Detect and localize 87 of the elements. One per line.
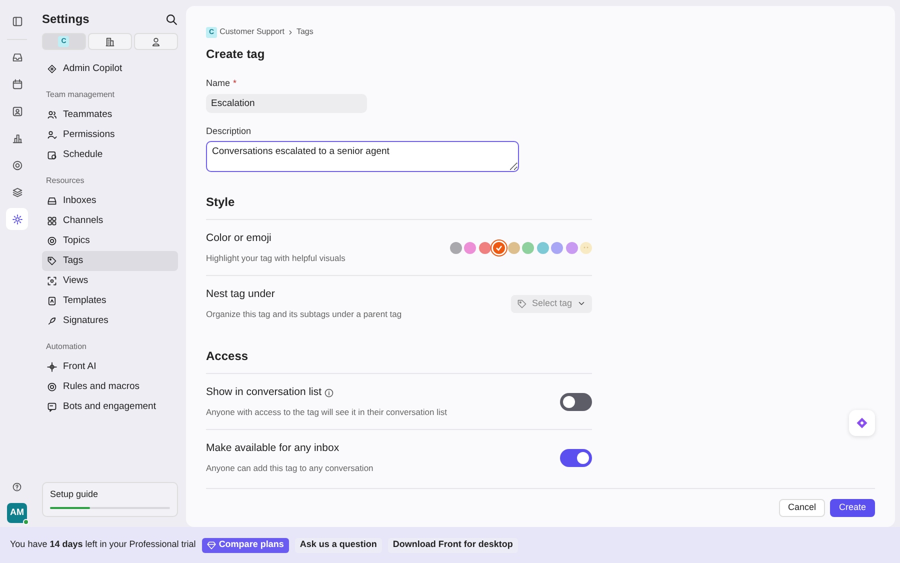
section-heading: Team management bbox=[45, 89, 116, 101]
sidebar-item[interactable]: Front AI bbox=[42, 357, 178, 377]
sidebar-item[interactable]: Admin Copilot bbox=[42, 59, 178, 79]
setup-guide-card[interactable]: Setup guide bbox=[42, 482, 178, 517]
nav-button[interactable] bbox=[6, 208, 28, 230]
breadcrumb-link[interactable]: Tags bbox=[296, 26, 314, 38]
setting-title: Color or emoji bbox=[206, 230, 272, 246]
people-icon bbox=[47, 110, 57, 120]
trial-button[interactable]: Compare plans bbox=[202, 538, 289, 552]
sidebar-title: Settings bbox=[42, 11, 90, 28]
sidebar-item[interactable]: Permissions bbox=[42, 125, 178, 145]
layers-icon bbox=[12, 186, 22, 198]
scope-tab[interactable] bbox=[88, 33, 132, 50]
tag-icon bbox=[47, 256, 57, 266]
name-field[interactable]: Escalation bbox=[206, 94, 367, 112]
page-title: Create tag bbox=[206, 46, 266, 63]
trial-message: You have 14 days left in your Professional trial bbox=[10, 538, 196, 552]
contact-icon bbox=[12, 106, 22, 116]
section-heading: Automation bbox=[45, 341, 88, 353]
eye-icon bbox=[47, 276, 57, 286]
field-label: Name bbox=[206, 78, 230, 88]
search-button[interactable] bbox=[165, 12, 178, 26]
assistant-button[interactable] bbox=[849, 410, 875, 436]
color-swatch[interactable] bbox=[522, 242, 534, 254]
grid-icon bbox=[47, 216, 57, 226]
chevron-icon bbox=[286, 28, 294, 36]
cancel-button[interactable]: Cancel bbox=[778, 499, 825, 517]
avatar[interactable]: AM bbox=[7, 503, 27, 523]
sidebar-item[interactable]: Rules and macros bbox=[42, 377, 178, 397]
tag-icon bbox=[516, 298, 527, 308]
inbox-icon bbox=[12, 52, 22, 62]
color-swatch[interactable] bbox=[508, 242, 520, 254]
color-swatch[interactable] bbox=[464, 242, 476, 254]
target-icon bbox=[47, 236, 57, 246]
section-heading: Resources bbox=[45, 175, 86, 187]
setting-title: Show in conversation list bbox=[206, 384, 322, 400]
setting-description: Anyone can add this tag to any conversation bbox=[206, 462, 374, 474]
building-icon bbox=[105, 36, 115, 46]
gem-icon bbox=[206, 540, 216, 550]
chat-icon bbox=[47, 402, 57, 412]
sidebar-item[interactable]: Signatures bbox=[42, 311, 178, 331]
sidebar-item[interactable]: Templates bbox=[42, 291, 178, 311]
section-title: Access bbox=[206, 348, 250, 365]
setting-description: Organize this tag and its subtags under a parent tag bbox=[206, 308, 402, 320]
breadcrumb-link[interactable]: Customer Support bbox=[220, 26, 284, 38]
sidebar-item[interactable]: Views bbox=[42, 271, 178, 291]
sidebar-item[interactable]: Channels bbox=[42, 211, 178, 231]
person-icon bbox=[151, 36, 162, 46]
toggle-switch[interactable] bbox=[560, 448, 592, 466]
trial-button[interactable]: Ask us a question bbox=[294, 538, 382, 552]
sidebar-item[interactable]: Bots and engagement bbox=[42, 397, 178, 417]
caret-icon bbox=[577, 299, 586, 308]
person-icon bbox=[47, 130, 57, 140]
setting-title: Make available for any inbox bbox=[206, 440, 340, 456]
trial-button[interactable]: Download Front for desktop bbox=[388, 538, 518, 552]
color-swatch[interactable] bbox=[536, 242, 548, 254]
sidebar-item[interactable]: Inboxes bbox=[42, 191, 178, 211]
section-title: Style bbox=[206, 194, 236, 211]
sidebar-icon bbox=[12, 16, 22, 26]
color-swatch[interactable] bbox=[450, 242, 462, 254]
chart-icon bbox=[12, 132, 22, 144]
sidebar-item[interactable]: Topics bbox=[42, 231, 178, 251]
setting-title: Nest tag under bbox=[206, 286, 275, 302]
description-field[interactable]: Conversations escalated to a senior agent bbox=[206, 141, 519, 172]
diamond-icon bbox=[47, 64, 57, 74]
color-swatch[interactable] bbox=[551, 242, 563, 254]
sidebar-item[interactable]: Teammates bbox=[42, 105, 178, 125]
field-label: Description bbox=[206, 124, 252, 138]
setting-description: Anyone with access to the tag will see it in their conversation list bbox=[206, 406, 447, 418]
sidebar-item[interactable]: Schedule bbox=[42, 145, 178, 165]
setting-description: Highlight your tag with helpful visuals bbox=[206, 252, 346, 264]
required-mark: * bbox=[233, 78, 237, 88]
toggle-switch[interactable] bbox=[560, 392, 592, 410]
create-button[interactable]: Create bbox=[830, 499, 875, 517]
color-swatch[interactable] bbox=[566, 242, 578, 254]
search-icon bbox=[165, 12, 178, 26]
help-icon bbox=[12, 482, 22, 492]
document-icon bbox=[47, 296, 57, 306]
pen-icon bbox=[47, 316, 57, 326]
diamond-icon bbox=[856, 417, 868, 429]
color-swatch[interactable] bbox=[493, 242, 505, 254]
inbox-icon bbox=[47, 196, 57, 206]
scope-tab[interactable] bbox=[134, 33, 178, 50]
color-swatch[interactable] bbox=[478, 242, 490, 254]
sidebar-item[interactable]: Tags bbox=[42, 251, 178, 271]
settings-icon bbox=[12, 214, 22, 224]
emoji-swatch[interactable] bbox=[580, 242, 592, 254]
